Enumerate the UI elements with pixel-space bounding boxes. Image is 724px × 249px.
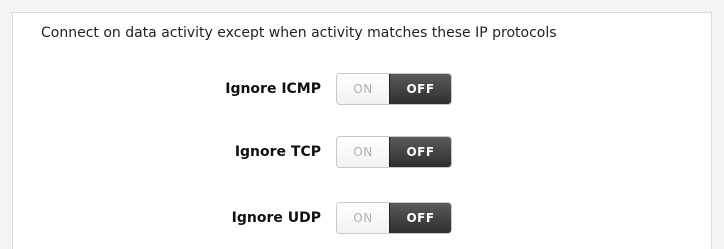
ignore-icmp-toggle[interactable]: ON OFF (336, 73, 452, 105)
ignore-icmp-off-option[interactable]: OFF (389, 74, 451, 104)
ignore-udp-off-option[interactable]: OFF (389, 203, 451, 233)
setting-row-ignore-tcp: Ignore TCP ON OFF (13, 136, 711, 170)
ignore-icmp-label: Ignore ICMP (225, 81, 321, 97)
setting-row-ignore-icmp: Ignore ICMP ON OFF (13, 73, 711, 107)
ip-protocol-exceptions-panel: Connect on data activity except when act… (12, 12, 712, 249)
ignore-udp-on-option[interactable]: ON (337, 203, 389, 233)
ignore-udp-toggle[interactable]: ON OFF (336, 202, 452, 234)
ignore-tcp-off-option[interactable]: OFF (389, 137, 451, 167)
ignore-tcp-label: Ignore TCP (234, 144, 321, 160)
ignore-tcp-toggle[interactable]: ON OFF (336, 136, 452, 168)
ignore-icmp-on-option[interactable]: ON (337, 74, 389, 104)
ignore-udp-label: Ignore UDP (231, 210, 321, 226)
setting-row-ignore-udp: Ignore UDP ON OFF (13, 202, 711, 236)
ignore-tcp-on-option[interactable]: ON (337, 137, 389, 167)
section-heading: Connect on data activity except when act… (41, 25, 557, 41)
